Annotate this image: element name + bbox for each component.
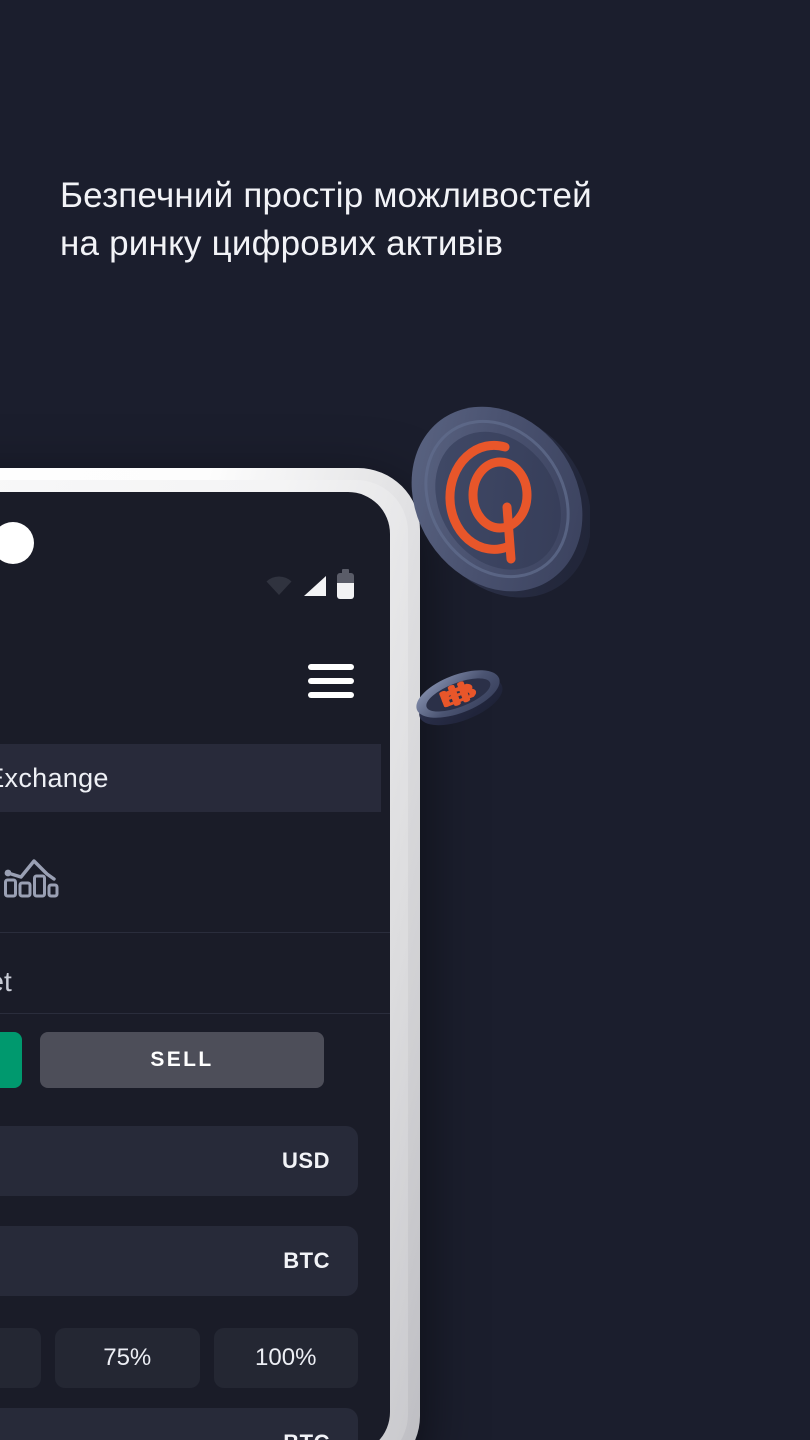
app-header: de <box>0 642 390 720</box>
wifi-icon <box>265 576 293 596</box>
status-bar <box>0 566 390 606</box>
app-promo-screen: Безпечний простір можливостей на ринку ц… <box>0 0 810 1440</box>
percent-button-100[interactable]: 100% <box>213 1328 358 1388</box>
tab-market-label: Market <box>0 966 12 997</box>
amount-input-unit: BTC <box>283 1248 330 1273</box>
sell-button-label: SELL <box>150 1048 214 1071</box>
amount-input[interactable]: Amount BTC <box>0 1226 358 1296</box>
front-camera-icon <box>0 522 34 564</box>
bitcoin-coin <box>408 658 508 730</box>
hamburger-menu-icon[interactable] <box>308 664 354 698</box>
sell-button[interactable]: SELL <box>40 1032 324 1088</box>
cellular-signal-icon <box>302 575 328 597</box>
total-input-unit: BTC <box>283 1430 330 1440</box>
tab-exchange-label: Exchange <box>0 762 109 793</box>
percent-button-75[interactable]: 75% <box>55 1328 200 1388</box>
phone-mockup: de Exchange COMMISSION <box>0 468 420 1440</box>
total-input[interactable]: Total BTC <box>0 1408 358 1440</box>
price-input[interactable]: Price USD <box>0 1126 358 1196</box>
tab-market[interactable]: Market <box>0 949 54 1015</box>
order-type-tabs: Limit Market <box>0 932 390 1014</box>
commission-row: COMMISSION <box>0 840 390 912</box>
percent-button-50[interactable]: 50% <box>0 1328 41 1388</box>
bar-chart-icon[interactable] <box>3 852 59 900</box>
page-headline: Безпечний простір можливостей на ринку ц… <box>60 176 592 263</box>
tab-exchange[interactable]: Exchange <box>0 744 381 812</box>
qtrade-coin <box>404 392 592 606</box>
buy-button[interactable]: BUY <box>0 1032 22 1088</box>
battery-icon <box>337 569 354 599</box>
phone-screen: de Exchange COMMISSION <box>0 492 390 1440</box>
price-input-unit: USD <box>282 1148 330 1173</box>
side-selector: BUY SELL <box>0 1032 358 1088</box>
percent-buttons: 25% 50% 75% 100% <box>0 1328 358 1388</box>
